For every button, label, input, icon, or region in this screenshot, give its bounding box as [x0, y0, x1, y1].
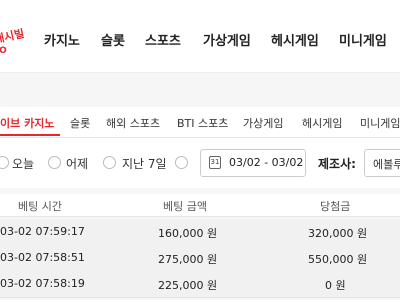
date-range-value: 03/02 - 03/02 [229, 156, 304, 169]
nav-sports[interactable]: 스포츠 [145, 30, 181, 49]
tab-hash-game[interactable]: 헤시게임 [302, 115, 342, 131]
provider-value: 에볼루 [373, 158, 400, 171]
bet-amount: 160,000 원 [158, 227, 218, 240]
winnings: 320,000 원 [308, 227, 368, 240]
logo-text: 캐시빌 [0, 26, 26, 47]
bet-amount: 275,000 원 [158, 253, 218, 266]
nav-casino[interactable]: 카지노 [44, 30, 80, 49]
nav-hash-game[interactable]: 헤시게임 [271, 30, 319, 49]
header-bet-amount: 베팅 금액 [163, 200, 207, 213]
header-bet-time: 베팅 시간 [18, 200, 62, 213]
table-row[interactable]: 03-02 07:59:17 160,000 원 320,000 원 [0, 219, 400, 246]
nav-virtual-game[interactable]: 가상게임 [203, 30, 251, 49]
tab-overseas-sports[interactable]: 해외 스포츠 [106, 115, 160, 131]
radio-yesterday[interactable] [48, 156, 61, 169]
provider-select[interactable]: 에볼루 [364, 149, 400, 177]
radio-last-7-days-label: 지난 7일 [122, 157, 167, 171]
calendar-icon: 31 [209, 156, 221, 169]
logo-subtext: iO [0, 46, 7, 56]
radio-yesterday-label: 어제 [66, 157, 89, 171]
bet-time: 03-02 07:58:51 [0, 251, 85, 264]
filter-bar: 오늘 어제 지난 7일 31 03/02 - 03/02 제조사: 에볼루 [0, 138, 400, 188]
bet-time: 03-02 07:59:17 [0, 225, 85, 238]
header-winnings: 당첨금 [320, 200, 351, 213]
winnings: 550,000 원 [308, 253, 368, 266]
winnings: 0 원 [325, 279, 346, 292]
bet-amount: 225,000 원 [158, 279, 218, 292]
site-logo[interactable]: 캐시빌 iO [0, 24, 38, 64]
table-row[interactable]: 03-02 07:58:19 225,000 원 0 원 [0, 271, 400, 298]
active-tab-indicator [0, 134, 60, 136]
nav-mini-game[interactable]: 미니게임 [339, 30, 387, 49]
tab-mini-game[interactable]: 미니게임 [360, 115, 400, 131]
tab-bti-sports[interactable]: BTI 스포츠 [177, 115, 228, 131]
provider-label: 제조사: [318, 157, 356, 171]
date-range-picker[interactable]: 31 03/02 - 03/02 [200, 149, 306, 177]
radio-today-label: 오늘 [12, 157, 35, 171]
bet-time: 03-02 07:58:19 [0, 277, 85, 290]
radio-custom-range[interactable] [175, 156, 188, 169]
table-row[interactable]: 03-02 07:58:51 275,000 원 550,000 원 [0, 245, 400, 272]
tab-slot[interactable]: 슬롯 [70, 115, 90, 131]
category-tabs: 이브 카지노 슬롯 해외 스포츠 BTI 스포츠 가상게임 헤시게임 미니게임 [0, 107, 400, 138]
radio-last-7-days[interactable] [103, 156, 116, 169]
table-header: 베팅 시간 베팅 금액 당첨금 [0, 194, 400, 217]
tab-virtual-game[interactable]: 가상게임 [243, 115, 283, 131]
radio-today[interactable] [0, 156, 9, 169]
top-navigation: 캐시빌 iO 카지노 슬롯 스포츠 가상게임 헤시게임 미니게임 [0, 0, 400, 73]
tab-live-casino[interactable]: 이브 카지노 [0, 115, 54, 131]
nav-slot[interactable]: 슬롯 [101, 30, 125, 49]
